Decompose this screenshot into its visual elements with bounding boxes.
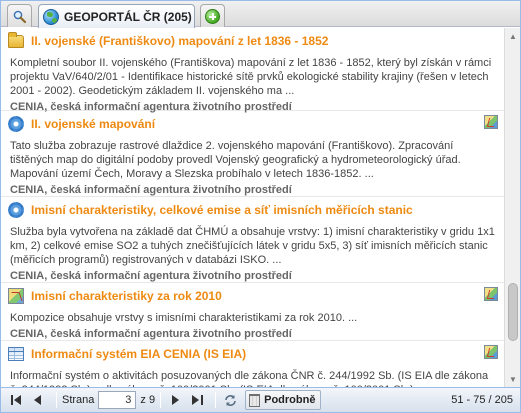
tab-add[interactable] <box>200 4 225 27</box>
globe-icon <box>43 8 59 25</box>
list-item[interactable]: Informační systém EIA CENIA (IS EIA) Inf… <box>1 341 504 387</box>
first-page-button[interactable] <box>7 391 25 409</box>
toolbar-separator <box>56 392 57 408</box>
item-title[interactable]: II. vojenské mapování <box>31 117 155 131</box>
vertical-scrollbar[interactable]: ▲ ▼ <box>504 28 520 387</box>
tab-search[interactable] <box>7 4 32 27</box>
magnifier-icon <box>13 10 26 23</box>
refresh-icon <box>224 394 236 406</box>
item-title[interactable]: Informační systém EIA CENIA (IS EIA) <box>31 347 246 361</box>
item-title[interactable]: Imisní charakteristiky, celkové emise a … <box>31 203 413 217</box>
map-preview-button[interactable] <box>484 345 498 359</box>
scroll-up-arrow-icon[interactable]: ▲ <box>507 30 519 42</box>
map-preview-button[interactable] <box>484 115 498 129</box>
gear-icon <box>8 202 24 218</box>
list-item[interactable]: Imisní charakteristiky za rok 2010 Kompo… <box>1 283 504 341</box>
page-label: Strana <box>62 394 95 406</box>
next-page-button[interactable] <box>166 391 184 409</box>
next-page-icon <box>172 395 180 405</box>
tab-geoportal[interactable]: GEOPORTÁL ČR (205) <box>38 4 195 28</box>
prev-page-button[interactable] <box>29 391 47 409</box>
map-preview-button[interactable] <box>484 287 498 301</box>
last-page-button[interactable] <box>188 391 206 409</box>
item-description: Kompletní soubor II. vojenského (Františ… <box>10 57 492 97</box>
item-description: Informační systém o aktivitách posuzovan… <box>10 370 489 387</box>
paging-toolbar: Strana 3 z 9 Podrobně 51 - 75 / 205 <box>1 387 520 412</box>
item-title[interactable]: II. vojenské (Františkovo) mapování z le… <box>31 34 328 48</box>
trash-icon <box>249 393 261 407</box>
first-page-icon <box>10 395 21 405</box>
item-description: Služba byla vytvořena na základě dat ČHM… <box>10 226 495 266</box>
results-list-content: II. vojenské (Františkovo) mapování z le… <box>1 28 504 387</box>
list-item[interactable]: II. vojenské (Františkovo) mapování z le… <box>1 28 504 113</box>
table-icon <box>8 347 24 361</box>
folder-icon <box>8 31 24 48</box>
tab-geoportal-label: GEOPORTÁL ČR (205) <box>64 9 192 24</box>
last-page-icon <box>191 395 203 405</box>
list-item[interactable]: II. vojenské mapování Tato služba zobraz… <box>1 111 504 197</box>
item-description: Tato služba zobrazuje rastrové dlaždice … <box>10 140 461 180</box>
item-title[interactable]: Imisní charakteristiky za rok 2010 <box>31 289 222 303</box>
plus-icon <box>205 8 220 24</box>
geoportal-panel: GEOPORTÁL ČR (205) II. vojenské (Františ… <box>0 0 521 413</box>
detail-button-label: Podrobně <box>264 394 316 406</box>
item-organization: CENIA, česká informační agentura životní… <box>10 184 292 196</box>
item-organization: CENIA, česká informační agentura životní… <box>10 270 292 282</box>
results-range: 51 - 75 / 205 <box>451 394 513 406</box>
scrollbar-thumb[interactable] <box>508 283 518 341</box>
list-item[interactable]: Imisní charakteristiky, celkové emise a … <box>1 197 504 283</box>
tab-strip: GEOPORTÁL ČR (205) <box>1 1 520 28</box>
gear-icon <box>8 116 24 132</box>
scroll-down-arrow-icon[interactable]: ▼ <box>507 373 519 385</box>
page-count-label: z 9 <box>140 394 156 406</box>
toolbar-separator <box>215 392 217 408</box>
refresh-button[interactable] <box>221 391 239 409</box>
item-description: Kompozice obsahuje vrstvy s imisními cha… <box>10 312 358 324</box>
detail-button[interactable]: Podrobně <box>245 390 322 410</box>
prev-page-icon <box>34 395 41 405</box>
item-organization: CENIA, česká informační agentura životní… <box>10 328 292 340</box>
toolbar-separator <box>160 392 162 408</box>
results-list: II. vojenské (Františkovo) mapování z le… <box>1 28 520 387</box>
page-number-input[interactable]: 3 <box>98 391 137 409</box>
map-document-icon <box>8 288 24 304</box>
